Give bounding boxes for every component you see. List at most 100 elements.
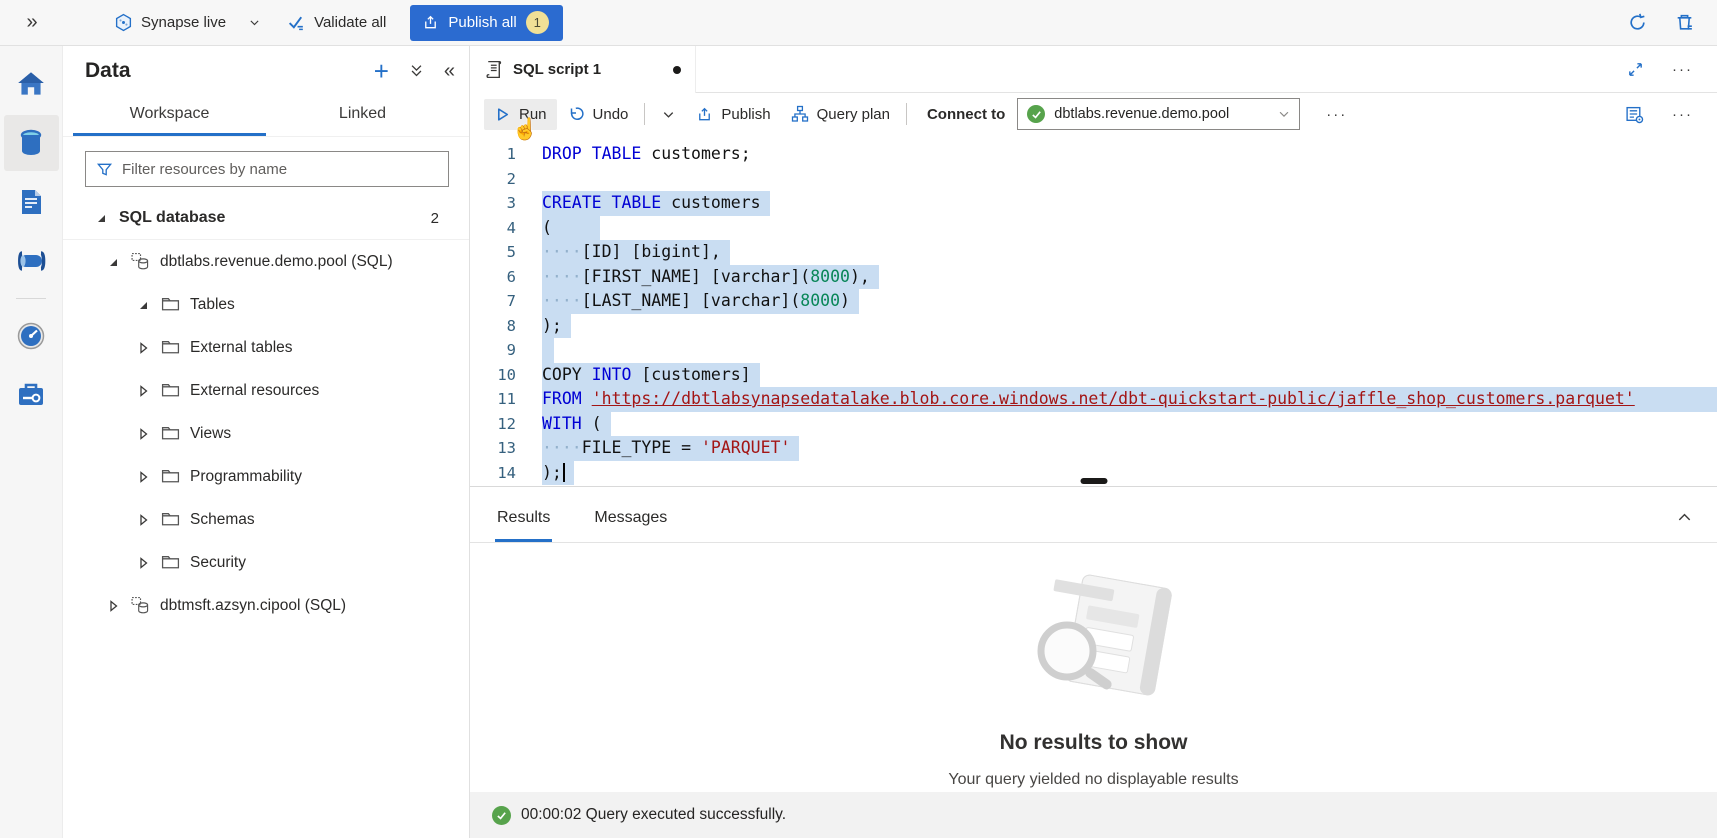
- publish-all-button[interactable]: Publish all 1: [410, 5, 562, 41]
- chevron-expanded-icon[interactable]: [105, 254, 121, 270]
- code-line[interactable]: 1DROP TABLE customers;: [470, 142, 1717, 167]
- publish-button[interactable]: Publish: [686, 99, 780, 130]
- tree-item-security[interactable]: Security: [63, 541, 469, 584]
- explorer-tabs: Workspace Linked: [63, 96, 469, 137]
- undo-icon: [567, 105, 585, 123]
- text-cursor: [563, 463, 565, 482]
- code-line[interactable]: 3CREATE TABLE customers: [470, 191, 1717, 216]
- code-editor[interactable]: 1DROP TABLE customers;23CREATE TABLE cus…: [470, 135, 1717, 487]
- expand-editor-icon[interactable]: [1627, 61, 1644, 78]
- code-line[interactable]: 8);: [470, 314, 1717, 339]
- tree-item-schemas[interactable]: Schemas: [63, 498, 469, 541]
- tree-item-programmability[interactable]: Programmability: [63, 455, 469, 498]
- chevron-expanded-icon[interactable]: [93, 210, 109, 226]
- folder-icon: [161, 553, 180, 572]
- tab-workspace[interactable]: Workspace: [73, 96, 266, 136]
- results-tabbar: Results Messages: [470, 487, 1717, 543]
- data-explorer-panel: Data + « Workspace Linked: [63, 46, 470, 838]
- folder-icon: [161, 381, 180, 400]
- code-line[interactable]: 9: [470, 338, 1717, 363]
- code-lines: 1DROP TABLE customers;23CREATE TABLE cus…: [470, 142, 1717, 485]
- nav-develop-icon[interactable]: [4, 174, 59, 230]
- nav-integrate-icon[interactable]: [4, 233, 59, 289]
- add-resource-button[interactable]: +: [374, 61, 389, 81]
- code-line[interactable]: 2: [470, 167, 1717, 192]
- nav-home-icon[interactable]: [4, 56, 59, 112]
- tree-item-cipool[interactable]: dbtmsft.azsyn.cipool (SQL): [63, 584, 469, 627]
- collapse-results-chevron-icon[interactable]: [1676, 509, 1693, 526]
- chevron-collapsed-icon[interactable]: [135, 469, 151, 485]
- publish-count-badge: 1: [526, 11, 549, 34]
- tab-linked[interactable]: Linked: [266, 96, 459, 136]
- chevron-collapsed-icon[interactable]: [135, 340, 151, 356]
- folder-icon: [161, 295, 180, 314]
- query-plan-button[interactable]: Query plan: [781, 98, 900, 130]
- tree-item-sql-database[interactable]: SQL database 2: [63, 197, 469, 240]
- chevron-down-icon: [248, 16, 261, 29]
- resource-tree: SQL database 2 dbtlabs.revenue.demo.pool…: [63, 197, 469, 627]
- folder-icon: [161, 467, 180, 486]
- tree-item-external-tables[interactable]: External tables: [63, 326, 469, 369]
- line-number: 4: [470, 216, 516, 241]
- publish-all-label: Publish all: [448, 14, 516, 31]
- left-nav-rail: [0, 46, 63, 838]
- tab-results[interactable]: Results: [495, 509, 552, 542]
- line-number: 5: [470, 240, 516, 265]
- code-line[interactable]: 12WITH (: [470, 412, 1717, 437]
- filter-input[interactable]: [122, 161, 438, 178]
- tab-messages[interactable]: Messages: [592, 509, 669, 542]
- tree-item-tables[interactable]: Tables: [63, 283, 469, 326]
- nav-data-icon[interactable]: [4, 115, 59, 171]
- chevron-down-icon: [1277, 107, 1291, 121]
- code-line[interactable]: 4(: [470, 216, 1717, 241]
- tree-item-external-resources[interactable]: External resources: [63, 369, 469, 412]
- sql-pool-icon: [131, 596, 150, 615]
- code-line[interactable]: 13····FILE_TYPE = 'PARQUET': [470, 436, 1717, 461]
- chevron-collapsed-icon[interactable]: [135, 383, 151, 399]
- tree-item-views[interactable]: Views: [63, 412, 469, 455]
- results-empty-state: No results to show Your query yielded no…: [470, 543, 1717, 792]
- pool-select-dropdown[interactable]: dbtlabs.revenue.demo.pool: [1017, 98, 1300, 130]
- chevron-collapsed-icon[interactable]: [105, 598, 121, 614]
- validate-all-button[interactable]: Validate all: [277, 7, 396, 38]
- tab-more-actions-icon[interactable]: ···: [1672, 61, 1693, 78]
- synapse-logo-icon: [114, 13, 133, 32]
- nav-manage-icon[interactable]: [4, 367, 59, 423]
- code-line[interactable]: 11FROM 'https://dbtlabsynapsedatalake.bl…: [470, 387, 1717, 412]
- sql-editor-panel: SQL script 1 ··· Run: [470, 46, 1717, 838]
- refresh-icon[interactable]: [1627, 12, 1648, 33]
- discard-trash-icon[interactable]: [1674, 12, 1695, 33]
- undo-button[interactable]: Undo: [557, 98, 639, 130]
- line-number: 1: [470, 142, 516, 167]
- chevron-collapsed-icon[interactable]: [135, 555, 151, 571]
- rail-divider: [16, 298, 46, 299]
- chevron-collapsed-icon[interactable]: [135, 426, 151, 442]
- code-line[interactable]: 6····[FIRST_NAME] [varchar](8000),: [470, 265, 1717, 290]
- script-settings-icon[interactable]: [1625, 105, 1644, 124]
- line-number: 7: [470, 289, 516, 314]
- run-button[interactable]: Run: [484, 99, 557, 130]
- editor-toolbar: Run Undo Publish: [470, 93, 1717, 135]
- publish-upload-icon: [696, 106, 713, 123]
- mode-label: Synapse live: [141, 14, 226, 31]
- synapse-live-dropdown[interactable]: Synapse live: [104, 7, 271, 38]
- editor-more-actions-icon[interactable]: ···: [1672, 106, 1693, 123]
- chevron-expanded-icon[interactable]: [135, 297, 151, 313]
- code-line[interactable]: 10COPY INTO [customers]: [470, 363, 1717, 388]
- folder-icon: [161, 338, 180, 357]
- tab-sql-script-1[interactable]: SQL script 1: [470, 46, 696, 93]
- run-options-chevron[interactable]: [651, 100, 686, 129]
- tree-item-pool[interactable]: dbtlabs.revenue.demo.pool (SQL): [63, 240, 469, 283]
- sql-script-icon: [484, 59, 503, 80]
- splitter-drag-handle[interactable]: [1080, 478, 1107, 484]
- double-chevron-down-icon[interactable]: [409, 63, 424, 79]
- collapse-panel-icon[interactable]: «: [444, 60, 455, 83]
- no-results-subtitle: Your query yielded no displayable result…: [948, 771, 1238, 789]
- code-line[interactable]: 5····[ID] [bigint],: [470, 240, 1717, 265]
- expand-sidebar-icon[interactable]: »: [0, 11, 64, 34]
- code-line[interactable]: 7····[LAST_NAME] [varchar](8000): [470, 289, 1717, 314]
- chevron-collapsed-icon[interactable]: [135, 512, 151, 528]
- selected-pool-name: dbtlabs.revenue.demo.pool: [1054, 106, 1268, 122]
- toolbar-more-icon[interactable]: ···: [1326, 106, 1347, 123]
- nav-monitor-icon[interactable]: [4, 308, 59, 364]
